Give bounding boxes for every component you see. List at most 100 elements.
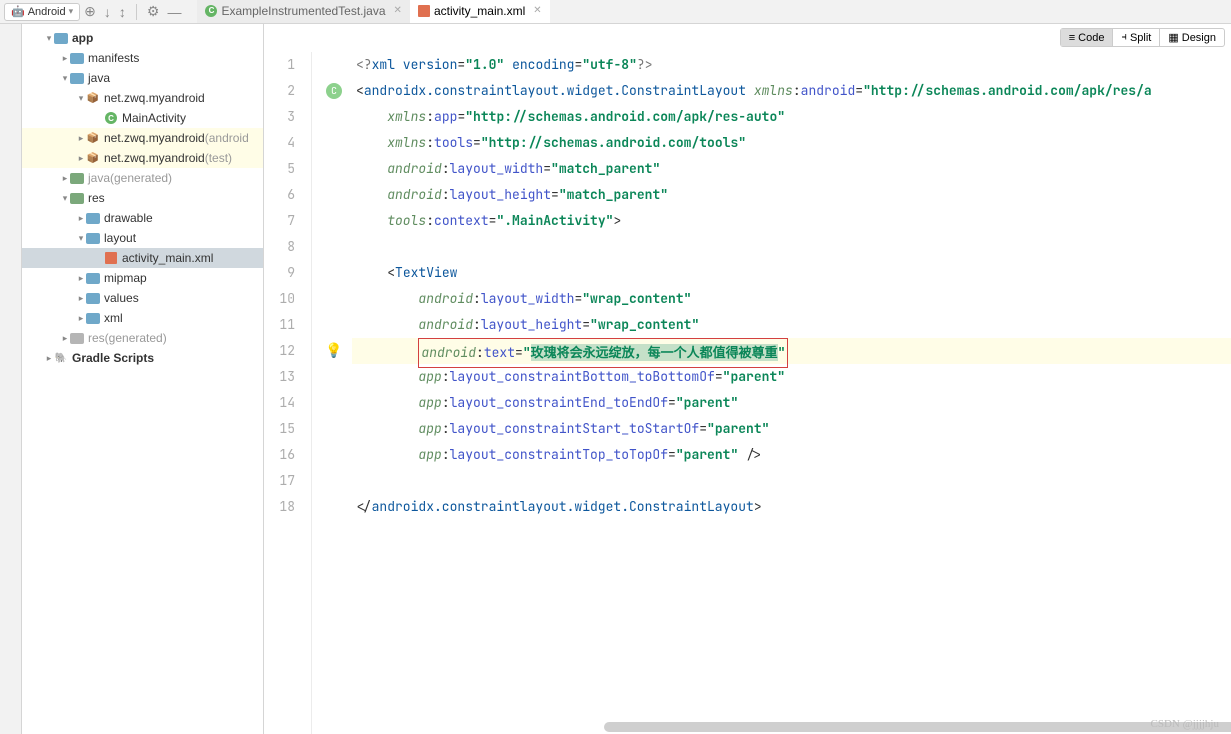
- settings-icon[interactable]: ⚙: [143, 3, 164, 20]
- tree-item-label: drawable: [104, 211, 153, 225]
- folder-icon: [70, 71, 84, 85]
- line-number[interactable]: 13: [264, 364, 295, 390]
- tree-item-app[interactable]: app: [22, 28, 263, 48]
- code-line[interactable]: app:layout_constraintEnd_toEndOf="parent…: [352, 390, 1231, 416]
- package-icon: 📦: [86, 131, 100, 145]
- close-icon[interactable]: ✕: [390, 5, 402, 16]
- expand-arrow-icon[interactable]: [60, 333, 70, 344]
- expand-arrow-icon[interactable]: [76, 213, 86, 224]
- line-number[interactable]: 2: [264, 78, 295, 104]
- line-number[interactable]: 16: [264, 442, 295, 468]
- expand-arrow-icon[interactable]: [76, 93, 86, 104]
- code-line[interactable]: <?xml version="1.0" encoding="utf-8"?>: [352, 52, 1231, 78]
- code-editor[interactable]: 123456789101112131415161718 C 💡 <?xml ve…: [264, 52, 1231, 734]
- close-icon[interactable]: ✕: [529, 5, 541, 16]
- run-icon[interactable]: ↓: [100, 4, 115, 20]
- line-number[interactable]: 9: [264, 260, 295, 286]
- tree-item-gradle-scripts[interactable]: 🐘Gradle Scripts: [22, 348, 263, 368]
- tree-item-java[interactable]: java: [22, 68, 263, 88]
- expand-arrow-icon[interactable]: [60, 173, 70, 184]
- code-line[interactable]: android:layout_height="match_parent": [352, 182, 1231, 208]
- tree-item-values[interactable]: values: [22, 288, 263, 308]
- tool-window-strip[interactable]: [0, 24, 22, 734]
- line-number[interactable]: 6: [264, 182, 295, 208]
- view-design-button[interactable]: ▦Design: [1159, 29, 1224, 46]
- line-number[interactable]: 10: [264, 286, 295, 312]
- project-sidebar: appmanifests java 📦net.zwq.myandroidCMainA…: [22, 24, 264, 734]
- line-number[interactable]: 3: [264, 104, 295, 130]
- code-line[interactable]: [352, 234, 1231, 260]
- hide-icon[interactable]: —: [163, 4, 185, 20]
- code-line[interactable]: xmlns:app="http://schemas.android.com/ap…: [352, 104, 1231, 130]
- project-tree[interactable]: appmanifests java 📦net.zwq.myandroidCMainA…: [22, 24, 263, 734]
- code-line[interactable]: </androidx.constraintlayout.widget.Const…: [352, 494, 1231, 520]
- line-number[interactable]: 7: [264, 208, 295, 234]
- code-line[interactable]: android:layout_width="match_parent": [352, 156, 1231, 182]
- code-line[interactable]: app:layout_constraintTop_toTopOf="parent…: [352, 442, 1231, 468]
- tree-item-manifests[interactable]: manifests: [22, 48, 263, 68]
- code-content[interactable]: <?xml version="1.0" encoding="utf-8"?><a…: [352, 52, 1231, 734]
- code-line[interactable]: [352, 468, 1231, 494]
- stack-icon[interactable]: ↕: [115, 4, 130, 20]
- expand-arrow-icon[interactable]: [76, 153, 86, 164]
- expand-arrow-icon[interactable]: [76, 313, 86, 324]
- view-code-button[interactable]: ≡Code: [1061, 29, 1113, 46]
- editor-area: ≡Code ⫞Split ▦Design ▲ 1 ⌃ ⌄ 12345678910…: [264, 24, 1231, 734]
- view-split-button[interactable]: ⫞Split: [1112, 29, 1159, 46]
- code-line[interactable]: app:layout_constraintStart_toStartOf="pa…: [352, 416, 1231, 442]
- line-number[interactable]: 4: [264, 130, 295, 156]
- line-number[interactable]: 5: [264, 156, 295, 182]
- expand-arrow-icon[interactable]: [76, 133, 86, 144]
- tab-test-file[interactable]: C ExampleInstrumentedTest.java ✕: [197, 0, 409, 23]
- code-line[interactable]: <TextView: [352, 260, 1231, 286]
- tree-item-net-zwq-myandroid[interactable]: 📦net.zwq.myandroid: [22, 88, 263, 108]
- tree-item-label: mipmap: [104, 271, 147, 285]
- tree-item-xml[interactable]: xml: [22, 308, 263, 328]
- expand-arrow-icon[interactable]: [60, 53, 70, 64]
- add-config-icon[interactable]: ⊕: [80, 3, 100, 20]
- tree-item-mainactivity[interactable]: CMainActivity: [22, 108, 263, 128]
- code-line[interactable]: android:text="玫瑰将会永远绽放，每一个人都值得被尊重": [352, 338, 1231, 364]
- tree-item-label: java: [88, 71, 110, 85]
- tab-label: ExampleInstrumentedTest.java: [221, 4, 385, 18]
- tree-item-res[interactable]: res: [22, 188, 263, 208]
- line-number[interactable]: 12: [264, 338, 295, 364]
- expand-arrow-icon[interactable]: [60, 73, 70, 84]
- tree-item-layout[interactable]: layout: [22, 228, 263, 248]
- expand-arrow-icon[interactable]: [76, 293, 86, 304]
- code-line[interactable]: app:layout_constraintBottom_toBottomOf="…: [352, 364, 1231, 390]
- line-number[interactable]: 14: [264, 390, 295, 416]
- expand-arrow-icon[interactable]: [44, 33, 54, 44]
- usage-c-icon[interactable]: C: [326, 83, 342, 99]
- folder-icon: [86, 211, 100, 225]
- tree-item-net-zwq-myandroid[interactable]: 📦net.zwq.myandroid (test): [22, 148, 263, 168]
- tree-item-activity-main-xml[interactable]: activity_main.xml: [22, 248, 263, 268]
- code-line[interactable]: <androidx.constraintlayout.widget.Constr…: [352, 78, 1231, 104]
- intention-bulb-icon[interactable]: 💡: [326, 343, 342, 359]
- tree-item-res[interactable]: res (generated): [22, 328, 263, 348]
- code-line[interactable]: tools:context=".MainActivity">: [352, 208, 1231, 234]
- line-number-gutter: 123456789101112131415161718: [264, 52, 312, 734]
- expand-arrow-icon[interactable]: [60, 193, 70, 204]
- horizontal-scrollbar[interactable]: [604, 722, 1231, 732]
- tree-item-mipmap[interactable]: mipmap: [22, 268, 263, 288]
- code-line[interactable]: xmlns:tools="http://schemas.android.com/…: [352, 130, 1231, 156]
- expand-arrow-icon[interactable]: [76, 273, 86, 284]
- line-number[interactable]: 11: [264, 312, 295, 338]
- tree-item-label: java: [88, 171, 110, 185]
- tab-activity-main[interactable]: activity_main.xml ✕: [410, 0, 550, 23]
- line-number[interactable]: 15: [264, 416, 295, 442]
- line-number[interactable]: 8: [264, 234, 295, 260]
- code-line[interactable]: android:layout_width="wrap_content": [352, 286, 1231, 312]
- tree-item-java[interactable]: java (generated): [22, 168, 263, 188]
- module-selector[interactable]: 🤖 Android ▾: [4, 3, 80, 21]
- code-line[interactable]: android:layout_height="wrap_content": [352, 312, 1231, 338]
- class-icon: C: [104, 111, 118, 125]
- line-number[interactable]: 17: [264, 468, 295, 494]
- expand-arrow-icon[interactable]: [44, 353, 54, 364]
- line-number[interactable]: 1: [264, 52, 295, 78]
- expand-arrow-icon[interactable]: [76, 233, 86, 244]
- tree-item-drawable[interactable]: drawable: [22, 208, 263, 228]
- line-number[interactable]: 18: [264, 494, 295, 520]
- tree-item-net-zwq-myandroid[interactable]: 📦net.zwq.myandroid (android: [22, 128, 263, 148]
